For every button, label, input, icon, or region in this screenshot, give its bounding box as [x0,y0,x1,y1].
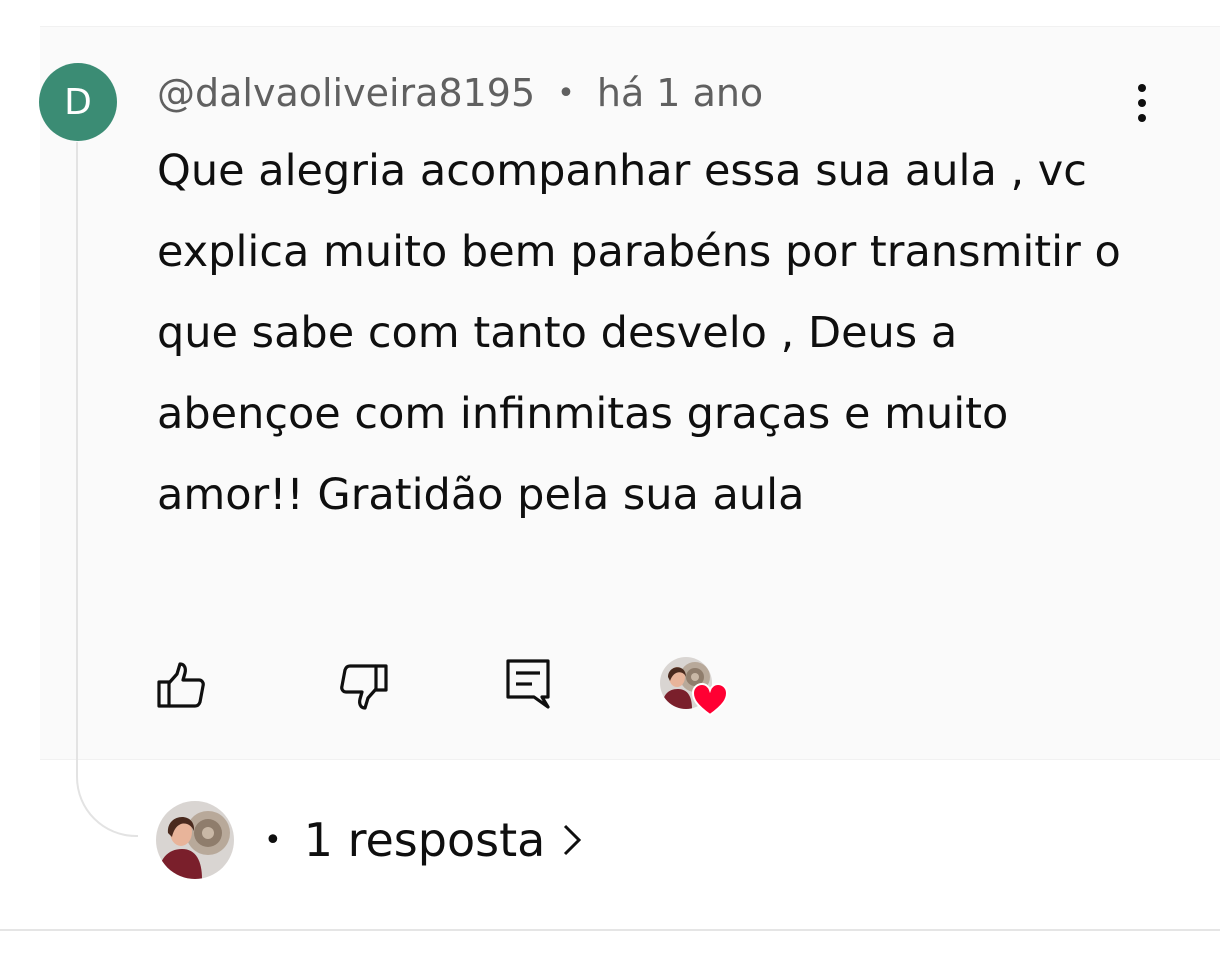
more-options-button[interactable] [1120,78,1164,128]
thumbs-down-icon[interactable] [338,660,390,712]
thumbs-up-icon[interactable] [155,660,207,712]
comment-text: Que alegria acompanhar essa sua aula , v… [157,146,1121,520]
replies-separator: • [264,822,282,858]
thread-connector-line [76,142,138,837]
creator-heart [660,657,730,719]
author-avatar[interactable]: D [39,63,117,141]
divider [0,929,1220,931]
more-dot-icon [1138,84,1146,92]
view-replies-button[interactable]: • 1 resposta [156,800,583,880]
author-handle[interactable]: @dalvaoliveira8195 [157,71,535,115]
reply-author-avatar [156,801,234,879]
more-dot-icon [1138,114,1146,122]
comment-time: há 1 ano [596,71,764,115]
heart-icon [692,683,728,717]
replies-count-label: 1 resposta [303,813,546,867]
comment-header: @dalvaoliveira8195 • há 1 ano [157,68,763,118]
chevron-right-icon [564,824,582,856]
comment-icon[interactable] [504,657,552,711]
meta-separator: • [557,75,575,111]
more-dot-icon [1138,99,1146,107]
